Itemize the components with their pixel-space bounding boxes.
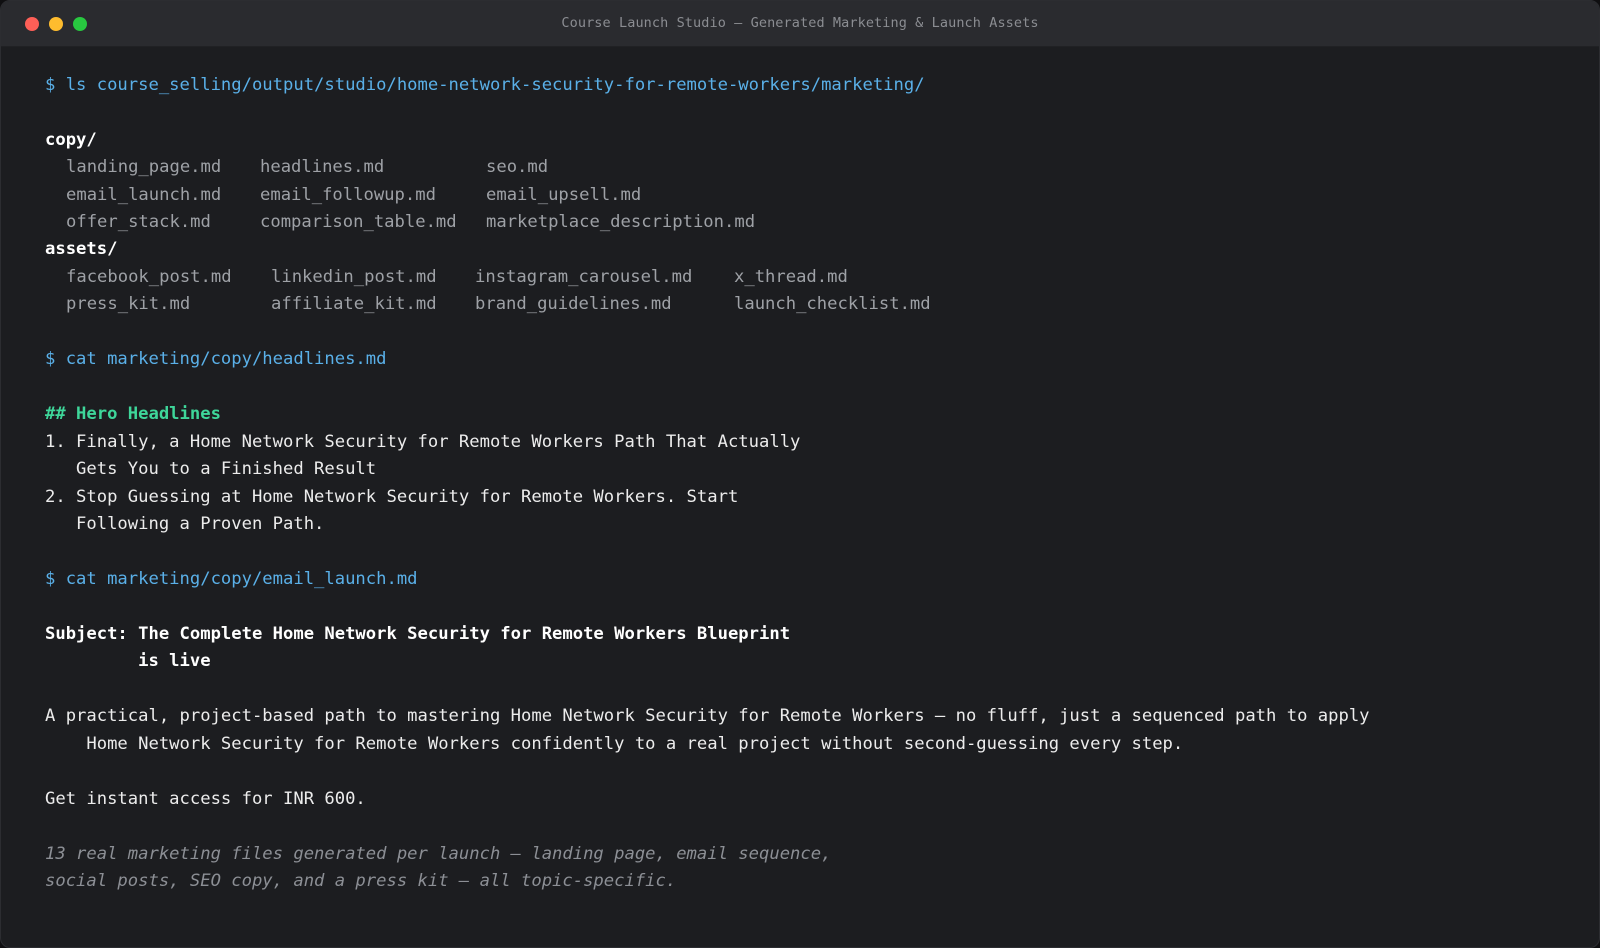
command-line: $ cat marketing/copy/headlines.md [45,349,387,369]
file-name: seo.md [486,157,549,177]
markdown-heading: ## Hero Headlines [45,404,221,424]
file-name: instagram_carousel.md [475,267,693,287]
email-subject: Subject: The Complete Home Network Secur… [45,624,791,644]
file-name: linkedin_post.md [271,267,437,287]
file-name: marketplace_description.md [486,212,756,232]
file-name: email_followup.md [260,185,436,205]
summary-note: social posts, SEO copy, and a press kit … [45,871,677,891]
file-name: email_launch.md [66,185,222,205]
file-name: press_kit.md [66,294,191,314]
summary-note: 13 real marketing files generated per la… [45,844,832,864]
file-name: launch_checklist.md [734,294,931,314]
email-body: A practical, project-based path to maste… [45,706,1370,726]
command-line: $ cat marketing/copy/email_launch.md [45,569,418,589]
headline-text: 2. Stop Guessing at Home Network Securit… [45,487,739,507]
window-title: Course Launch Studio — Generated Marketi… [561,15,1039,31]
file-name: offer_stack.md [66,212,211,232]
file-name: landing_page.md [66,157,222,177]
email-body: Home Network Security for Remote Workers… [45,734,1184,754]
file-name: email_upsell.md [486,185,642,205]
terminal-window: Course Launch Studio — Generated Marketi… [0,0,1600,948]
command-line: $ ls course_selling/output/studio/home-n… [45,75,925,95]
file-name: facebook_post.md [66,267,232,287]
headline-text: Following a Proven Path. [45,514,325,534]
headline-text: 1. Finally, a Home Network Security for … [45,432,801,452]
file-name: x_thread.md [734,267,848,287]
email-subject: is live [45,651,211,671]
headline-text: Gets You to a Finished Result [45,459,377,479]
directory-name: copy/ [45,130,97,150]
title-bar: Course Launch Studio — Generated Marketi… [1,1,1599,47]
email-cta: Get instant access for INR 600. [45,789,366,809]
directory-name: assets/ [45,239,118,259]
file-name: comparison_table.md [260,212,457,232]
file-name: headlines.md [260,157,385,177]
file-name: brand_guidelines.md [475,294,672,314]
file-name: affiliate_kit.md [271,294,437,314]
